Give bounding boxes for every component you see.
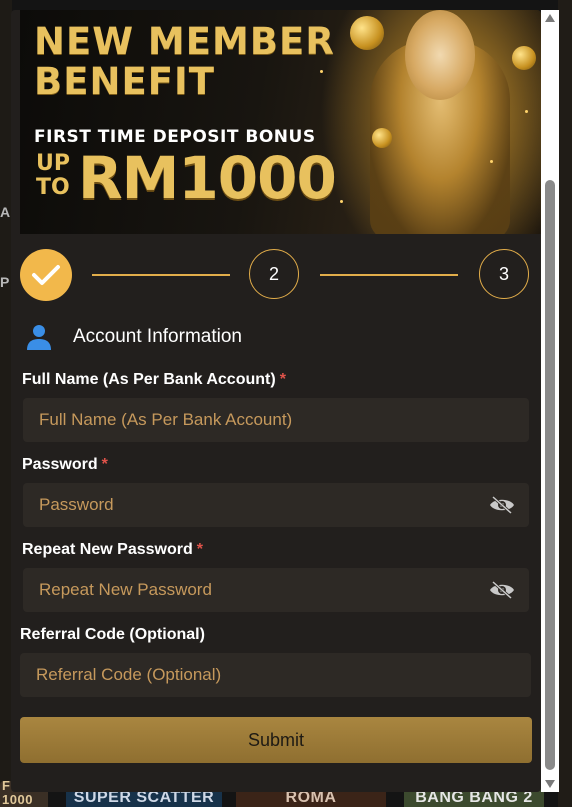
password-input[interactable] (37, 494, 489, 516)
background-text: P (0, 274, 10, 290)
banner-model-head (405, 10, 475, 100)
scrollbar-thumb[interactable] (545, 180, 555, 770)
gold-coin-icon (350, 16, 384, 50)
eye-off-icon[interactable] (489, 580, 515, 600)
gold-coin-icon (512, 46, 536, 70)
step-connector (320, 274, 458, 276)
step-connector (92, 274, 230, 276)
promo-banner: NEW MEMBER BENEFIT FIRST TIME DEPOSIT BO… (20, 10, 541, 234)
repeat-password-field (23, 568, 529, 612)
section-header: Account Information (25, 322, 242, 352)
gold-coin-icon (372, 128, 392, 148)
banner-amount: RM1000 (78, 144, 337, 212)
background-text: A (0, 204, 11, 220)
scroll-down-arrow-icon[interactable] (545, 780, 555, 788)
background-page-right (558, 0, 572, 807)
step-3: 3 (479, 249, 529, 299)
full-name-label-text: Full Name (As Per Bank Account) (22, 371, 276, 388)
banner-title: NEW MEMBER BENEFIT (34, 20, 335, 103)
full-name-input[interactable] (37, 409, 515, 431)
sparkle-icon (490, 160, 493, 163)
checkmark-icon (32, 265, 60, 285)
full-name-label: Full Name (As Per Bank Account) * (22, 371, 286, 389)
step-1-complete (20, 249, 72, 301)
repeat-password-label-text: Repeat New Password (22, 541, 193, 558)
referral-input[interactable] (34, 664, 517, 686)
sparkle-icon (525, 110, 528, 113)
step-number: 2 (268, 263, 279, 284)
required-mark: * (101, 456, 108, 473)
person-icon (27, 325, 51, 350)
submit-button[interactable]: Submit (20, 717, 532, 763)
scroll-up-arrow-icon[interactable] (545, 14, 555, 22)
registration-modal: NEW MEMBER BENEFIT FIRST TIME DEPOSIT BO… (11, 10, 541, 792)
section-title: Account Information (73, 326, 242, 347)
password-label-text: Password (22, 456, 98, 473)
scrollbar[interactable] (541, 10, 559, 792)
referral-label-text: Referral Code (Optional) (20, 626, 205, 643)
repeat-password-label: Repeat New Password * (22, 541, 203, 559)
step-number: 3 (498, 263, 509, 284)
password-label: Password * (22, 456, 108, 474)
progress-stepper: 2 3 (20, 248, 541, 302)
full-name-field (23, 398, 529, 442)
eye-off-icon[interactable] (489, 495, 515, 515)
sparkle-icon (340, 200, 343, 203)
step-2: 2 (249, 249, 299, 299)
repeat-password-input[interactable] (37, 579, 489, 601)
required-mark: * (279, 371, 286, 388)
password-field (23, 483, 529, 527)
required-mark: * (196, 541, 203, 558)
banner-up-to: UP TO (36, 151, 70, 200)
referral-field (20, 653, 531, 697)
referral-label: Referral Code (Optional) (20, 626, 205, 644)
